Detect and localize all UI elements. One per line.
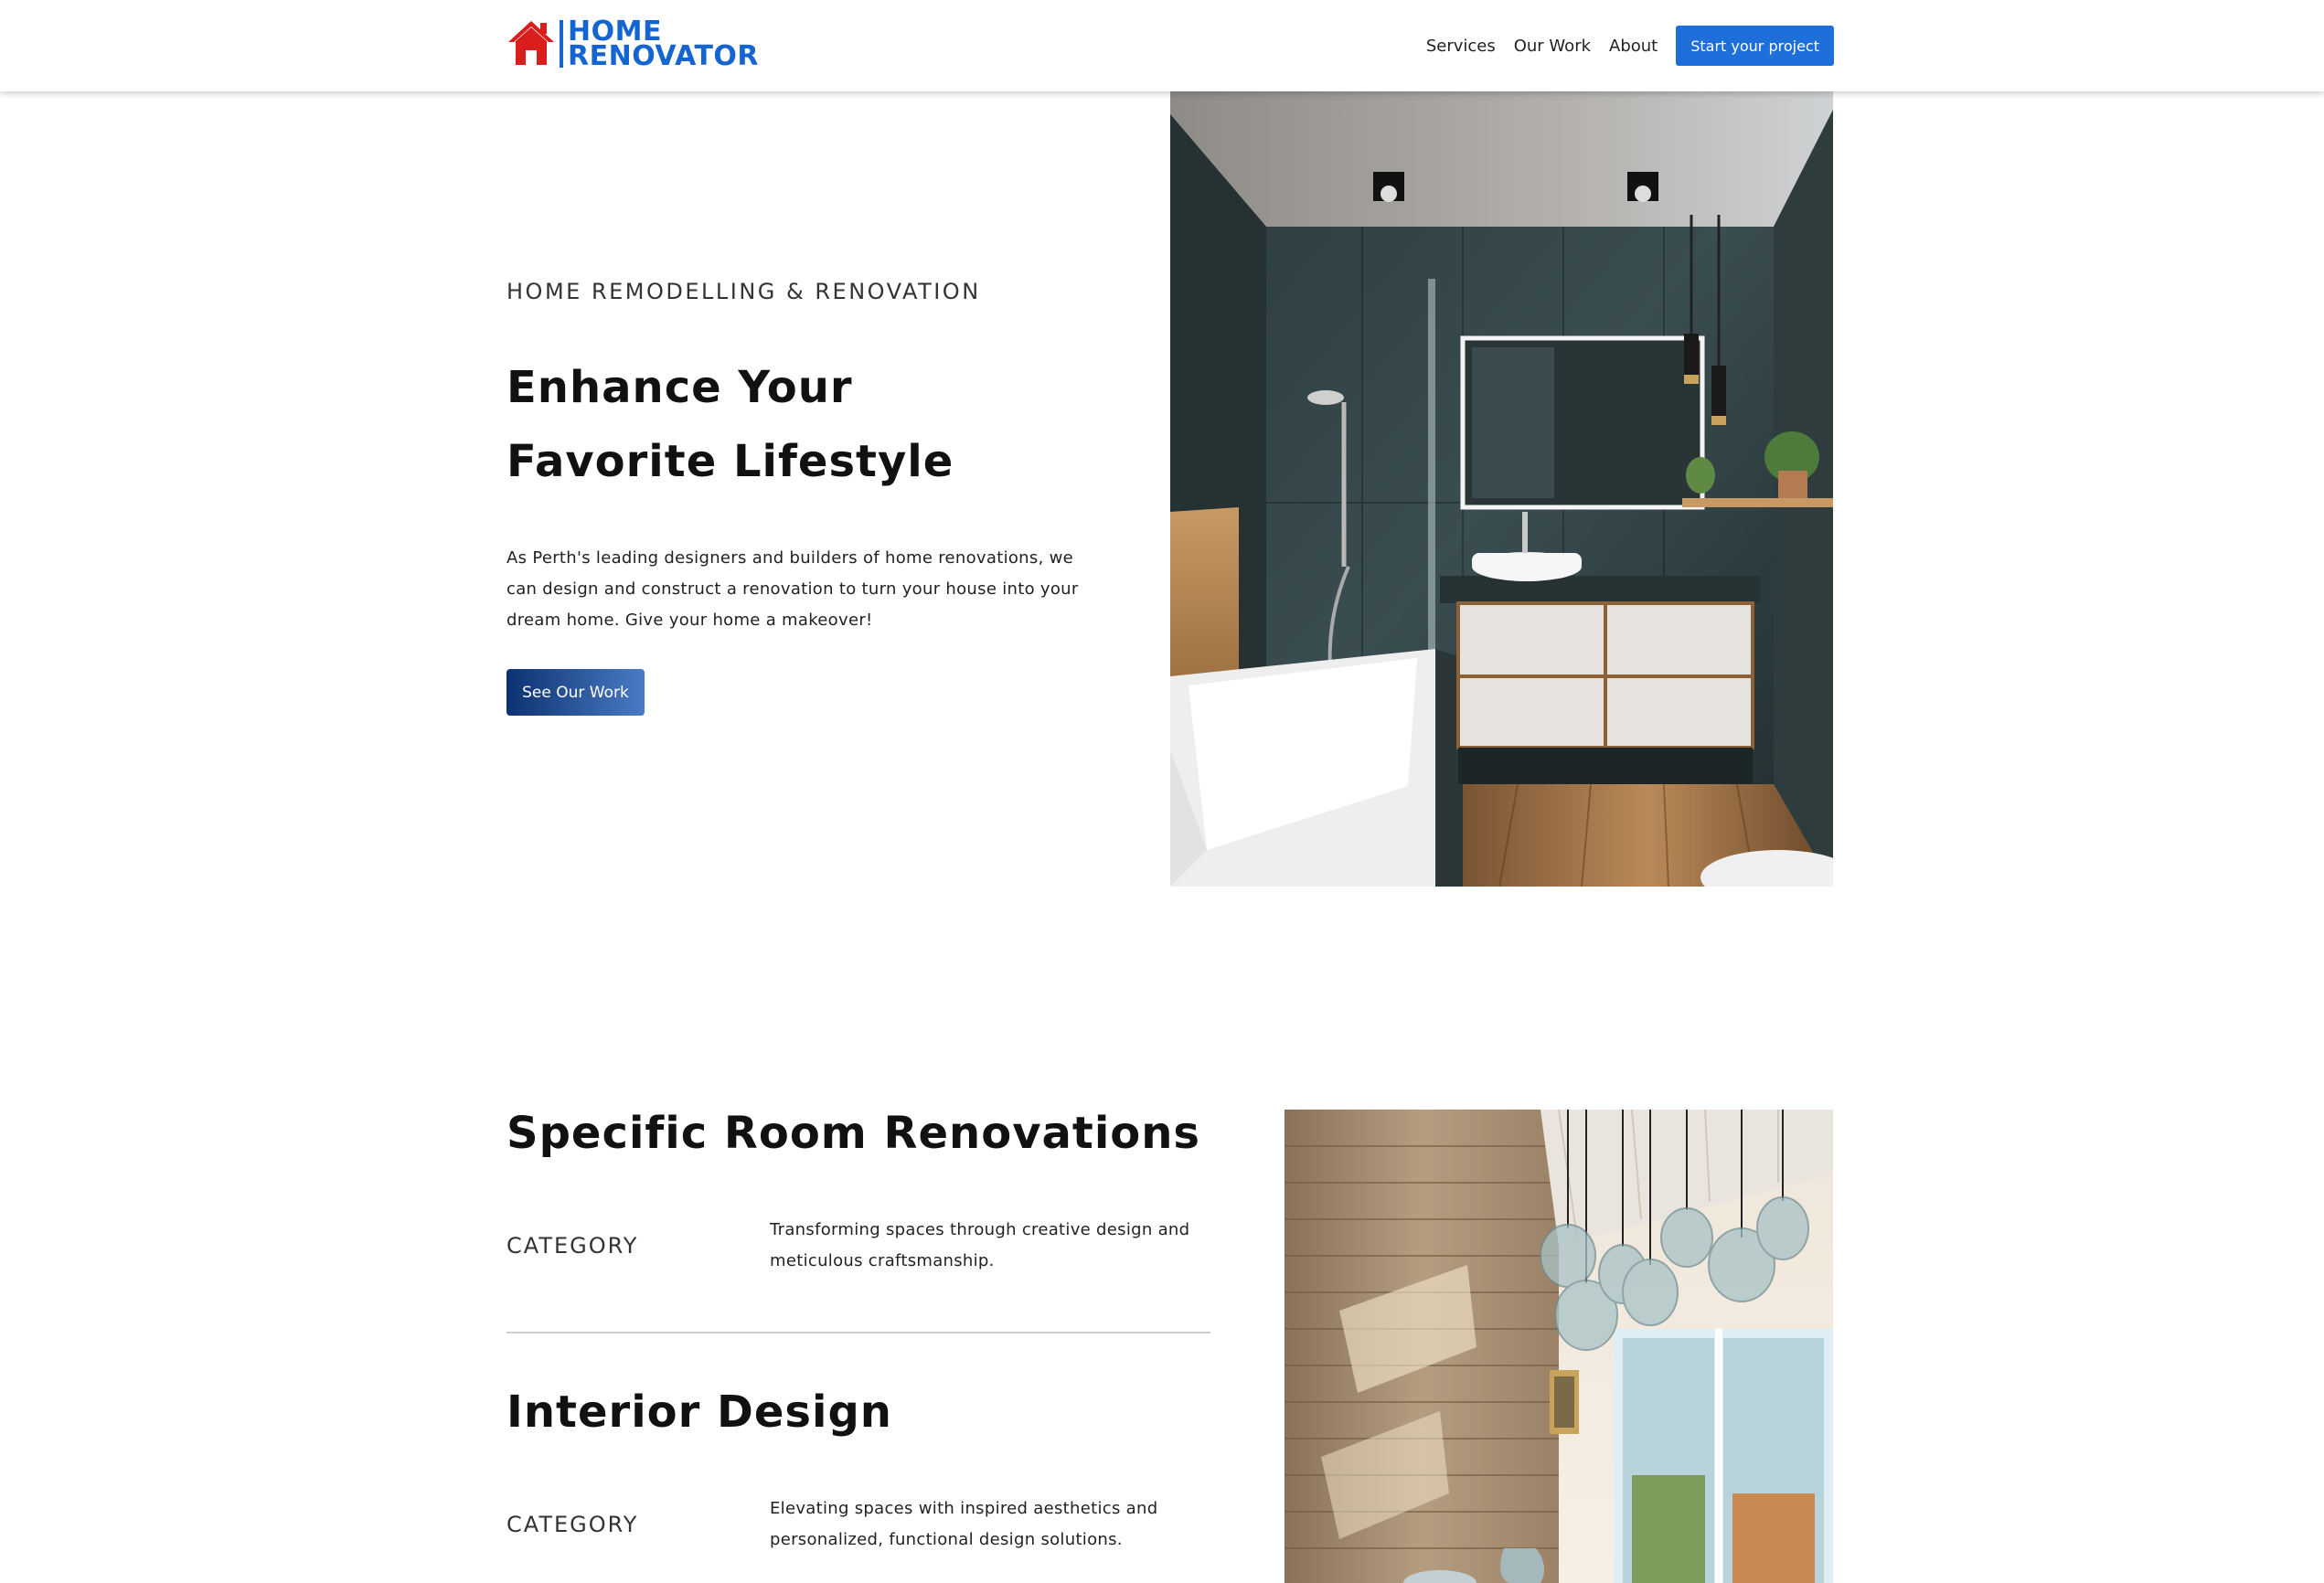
hero-bathroom-image [1170,91,1833,887]
interior-room-image [1285,1110,1833,1583]
main-nav: Services Our Work About Start your proje… [1408,26,1834,66]
service-category-label: CATEGORY [506,1233,639,1259]
hero-description: As Perth's leading designers and builder… [506,548,1079,630]
house-icon [508,21,554,65]
hero-title-line-1: Enhance Your [506,362,853,413]
start-project-button[interactable]: Start your project [1676,26,1834,66]
hero-title-line-2: Favorite Lifestyle [506,436,954,487]
nav-about[interactable]: About [1609,37,1658,56]
service-category-label: CATEGORY [506,1512,639,1537]
service-title-interior-design: Interior Design [506,1386,892,1438]
hero-eyebrow: HOME REMODELLING & RENOVATION [506,279,981,304]
see-our-work-button[interactable]: See Our Work [506,669,645,716]
hero-title: Enhance Your Favorite Lifestyle [506,351,1055,499]
nav-services[interactable]: Services [1426,37,1496,56]
site-header: HOME RENOVATOR Services Our Work About S… [0,0,2324,91]
service-description: Elevating spaces with inspired aesthetic… [770,1499,1158,1549]
nav-our-work[interactable]: Our Work [1514,37,1591,56]
service-title-room-renovations: Specific Room Renovations [506,1108,1200,1159]
service-description: Transforming spaces through creative des… [770,1220,1190,1270]
logo-wordmark: HOME RENOVATOR [568,18,760,72]
logo-line-2: RENOVATOR [568,40,760,72]
section-divider [506,1332,1210,1333]
logo-divider [560,20,563,68]
site-logo[interactable]: HOME RENOVATOR [506,18,760,72]
